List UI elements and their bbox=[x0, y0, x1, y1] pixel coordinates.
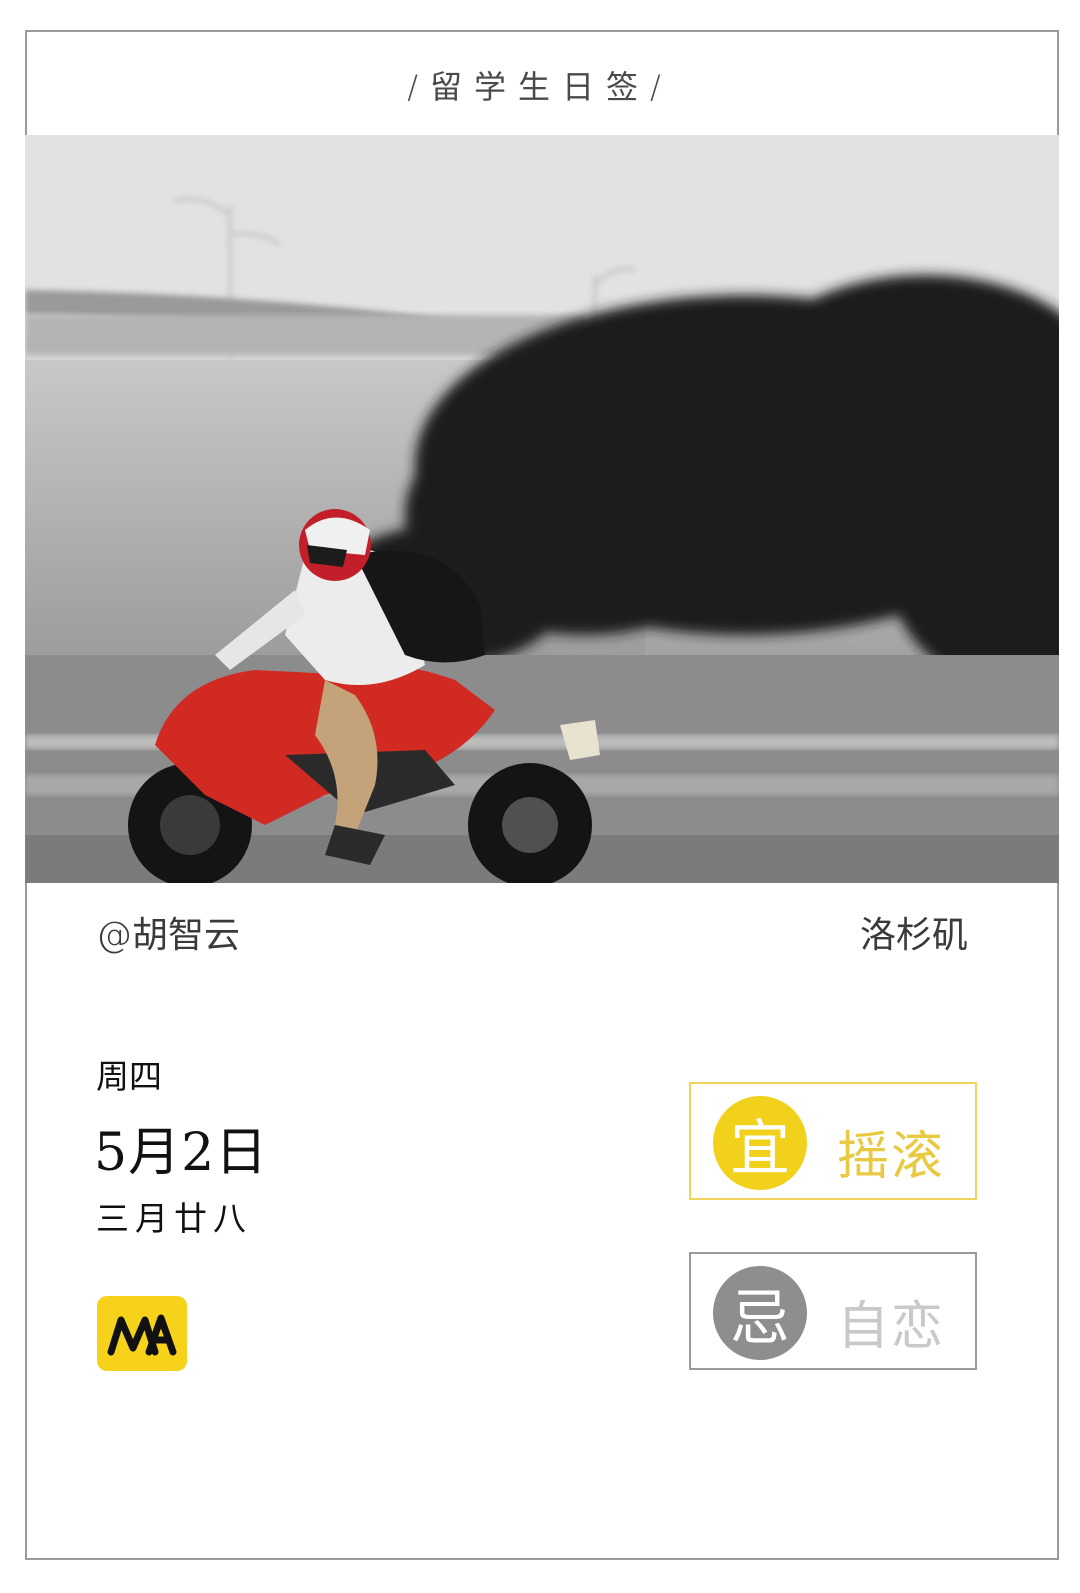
fortune-suitable-box: 宜 摇滚 bbox=[689, 1082, 977, 1200]
weekday-label: 周四 bbox=[96, 1057, 162, 1096]
brand-logo-icon bbox=[97, 1296, 187, 1371]
lunar-date-label: 三月廿八 bbox=[96, 1199, 252, 1238]
suitable-badge: 宜 bbox=[713, 1096, 807, 1190]
avoid-text: 自恋 bbox=[837, 1297, 946, 1357]
fortune-avoid-box: 忌 自恋 bbox=[689, 1252, 977, 1370]
page-title: /留学生日签/ bbox=[407, 68, 673, 106]
date-label: 5月2日 bbox=[94, 1123, 269, 1183]
avoid-badge: 忌 bbox=[713, 1266, 807, 1360]
hero-photo bbox=[25, 135, 1059, 883]
location-label: 洛杉矶 bbox=[859, 915, 968, 956]
suitable-text: 摇滚 bbox=[837, 1127, 946, 1187]
author-credit: @胡智云 bbox=[96, 915, 241, 956]
